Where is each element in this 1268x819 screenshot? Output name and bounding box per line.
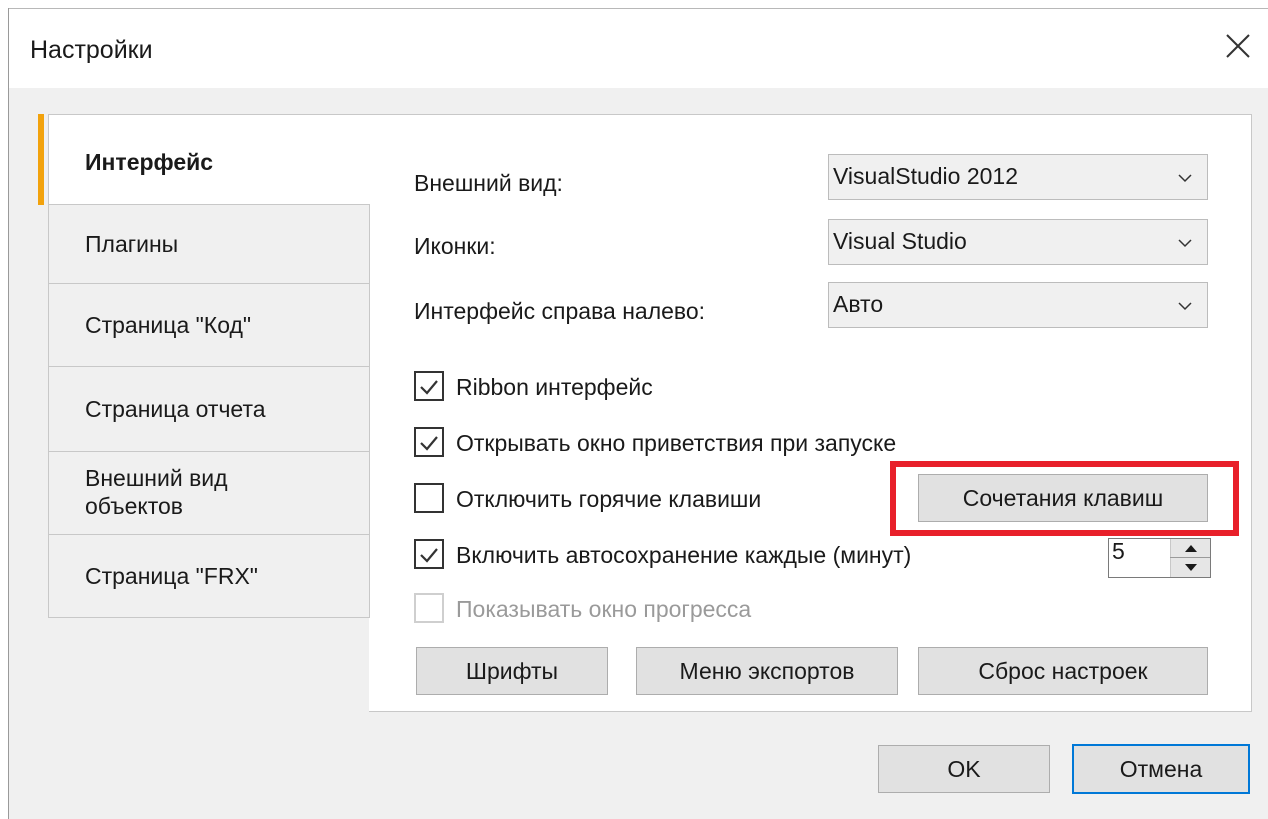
ok-button[interactable]: OK	[878, 745, 1050, 793]
ribbon-label: Ribbon интерфейс	[456, 374, 653, 400]
fonts-button[interactable]: Шрифты	[416, 647, 608, 695]
welcome-window-label: Открывать окно приветствия при запуске	[456, 430, 897, 456]
icons-select[interactable]: Visual Studio	[828, 219, 1208, 265]
rtl-value: Авто	[833, 291, 884, 317]
tab-label: Внешний вид объектов	[85, 465, 228, 519]
autosave-label: Включить автосохранение каждые (минут)	[456, 542, 912, 568]
tab-interface[interactable]: Интерфейс	[48, 114, 370, 205]
close-button[interactable]	[1222, 30, 1254, 62]
autosave-checkbox[interactable]	[414, 539, 444, 569]
appearance-value: VisualStudio 2012	[833, 163, 1018, 189]
title-bar	[8, 8, 1268, 88]
tab-object-appearance[interactable]: Внешний вид объектов	[48, 451, 370, 535]
tab-label: Страница "FRX"	[85, 562, 258, 589]
spin-up-icon[interactable]	[1171, 539, 1211, 557]
ribbon-checkbox[interactable]	[414, 371, 444, 401]
tab-label: Страница отчета	[85, 395, 266, 422]
close-icon	[1226, 34, 1250, 58]
export-menu-button-label: Меню экспортов	[679, 657, 855, 684]
cancel-button-label: Отмена	[1119, 755, 1203, 782]
spin-down-icon[interactable]	[1171, 559, 1211, 577]
chevron-down-icon	[1178, 239, 1192, 248]
icons-value: Visual Studio	[833, 228, 967, 254]
checkmark-icon	[420, 380, 438, 395]
disable-hotkeys-checkbox[interactable]	[414, 483, 444, 513]
tab-label: Плагины	[85, 230, 179, 257]
window-title: Настройки	[30, 36, 153, 64]
progress-window-checkbox[interactable]	[414, 593, 444, 623]
icons-label: Иконки:	[414, 233, 496, 259]
spinner-divider	[1170, 557, 1210, 558]
outer-background-top	[0, 0, 1268, 8]
reset-settings-button-label: Сброс настроек	[978, 657, 1148, 684]
tab-frx-page[interactable]: Страница "FRX"	[48, 534, 370, 618]
export-menu-button[interactable]: Меню экспортов	[636, 647, 898, 695]
outer-background-left	[0, 0, 8, 819]
appearance-label: Внешний вид:	[414, 170, 563, 196]
chevron-down-icon	[1178, 302, 1192, 311]
progress-window-label: Показывать окно прогресса	[456, 596, 752, 622]
rtl-label: Интерфейс справа налево:	[414, 298, 706, 324]
chevron-down-icon	[1178, 174, 1192, 183]
autosave-minutes-value[interactable]: 5	[1112, 538, 1125, 565]
checkmark-icon	[420, 548, 438, 563]
disable-hotkeys-label: Отключить горячие клавиши	[456, 486, 762, 512]
spinner-buttons[interactable]	[1170, 539, 1210, 577]
ok-button-label: OK	[947, 755, 981, 782]
checkmark-icon	[420, 436, 438, 451]
window-border-left	[8, 8, 9, 819]
tab-code-page[interactable]: Страница "Код"	[48, 283, 370, 367]
tab-report-page[interactable]: Страница отчета	[48, 366, 370, 452]
tab-label: Страница "Код"	[85, 311, 252, 338]
active-tab-indicator	[38, 114, 44, 205]
welcome-window-checkbox[interactable]	[414, 427, 444, 457]
tab-plugins[interactable]: Плагины	[48, 204, 370, 284]
reset-settings-button[interactable]: Сброс настроек	[918, 647, 1208, 695]
highlight-box	[890, 461, 1239, 536]
cancel-button[interactable]: Отмена	[1072, 744, 1250, 794]
tab-label: Интерфейс	[85, 149, 214, 175]
fonts-button-label: Шрифты	[465, 657, 559, 684]
appearance-select[interactable]: VisualStudio 2012	[828, 154, 1208, 200]
rtl-select[interactable]: Авто	[828, 282, 1208, 328]
window-border-top	[8, 8, 1268, 9]
